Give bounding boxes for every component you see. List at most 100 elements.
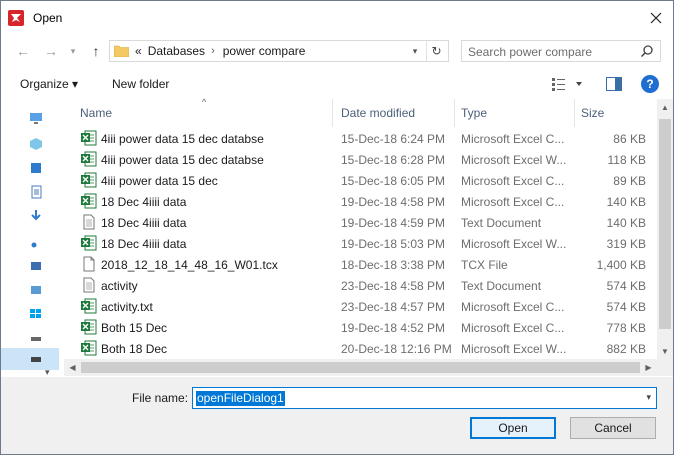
- command-toolbar: Organize ▾ New folder ?: [1, 69, 673, 99]
- recent-locations-button[interactable]: ▾: [63, 41, 83, 61]
- file-name: activity.txt: [101, 300, 153, 314]
- open-button[interactable]: Open: [470, 417, 556, 439]
- desktop-icon[interactable]: [29, 161, 43, 175]
- refresh-icon: ↻: [431, 44, 442, 58]
- file-date: 15-Dec-18 6:28 PM: [341, 153, 446, 167]
- file-date: 19-Dec-18 4:52 PM: [341, 321, 446, 335]
- chevron-down-icon: ▾: [70, 45, 76, 56]
- column-name[interactable]: ^ Name: [64, 97, 333, 127]
- file-name-combobox[interactable]: openFileDialog1 ▾: [192, 387, 657, 409]
- app-logo-icon: [8, 10, 24, 26]
- documents-icon[interactable]: [29, 185, 43, 199]
- music-icon[interactable]: [29, 235, 43, 249]
- file-name: 2018_12_18_14_48_16_W01.tcx: [101, 258, 278, 272]
- change-view-icon[interactable]: [552, 77, 582, 91]
- cancel-button[interactable]: Cancel: [570, 417, 656, 439]
- sort-ascending-icon: ^: [202, 97, 207, 107]
- excel-icon: [81, 172, 97, 188]
- scroll-down-icon[interactable]: ▼: [657, 343, 673, 359]
- column-size[interactable]: Size: [575, 99, 656, 127]
- address-root[interactable]: «: [135, 44, 142, 58]
- excel-icon: [81, 319, 97, 335]
- excel-icon: [81, 193, 97, 209]
- pictures-icon[interactable]: [29, 259, 43, 273]
- computer-icon[interactable]: [29, 111, 43, 125]
- scroll-left-icon[interactable]: ◀: [64, 359, 81, 376]
- column-date[interactable]: Date modified: [333, 99, 455, 127]
- preview-pane-icon[interactable]: [606, 77, 622, 91]
- vertical-scrollbar[interactable]: ▲ ▼: [657, 99, 673, 359]
- up-button[interactable]: ↑: [86, 41, 106, 61]
- file-size: 319 KB: [606, 237, 646, 251]
- file-date: 15-Dec-18 6:24 PM: [341, 132, 446, 146]
- breadcrumb-separator-icon: ›: [211, 45, 215, 57]
- scroll-right-icon[interactable]: ▶: [640, 359, 657, 376]
- excel-icon: [81, 235, 97, 251]
- table-row[interactable]: 18 Dec 4iiii data 19-Dec-18 4:59 PM Text D…: [64, 212, 656, 233]
- table-row[interactable]: Both 15 Dec 19-Dec-18 4:52 PM Microsoft Ex…: [64, 317, 656, 338]
- table-row[interactable]: 4iii power data 15 dec 15-Dec-18 6:05 PM M…: [64, 170, 656, 191]
- arrow-up-icon: ↑: [92, 43, 100, 59]
- search-box[interactable]: [461, 40, 661, 62]
- file-name: 18 Dec 4iiii data: [101, 216, 187, 230]
- organize-button[interactable]: Organize ▾: [20, 77, 78, 91]
- column-name-label: Name: [80, 106, 113, 120]
- chevron-down-icon: ▾: [412, 45, 418, 56]
- breadcrumb-databases[interactable]: Databases: [148, 44, 205, 58]
- column-size-label: Size: [581, 106, 605, 120]
- table-row[interactable]: 4iii power data 15 dec databse 15-Dec-18 …: [64, 149, 656, 170]
- excel-icon: [81, 151, 97, 167]
- file-type: Microsoft Excel C...: [461, 195, 565, 209]
- table-row[interactable]: 4iii power data 15 dec databse 15-Dec-18 …: [64, 128, 656, 149]
- open-file-dialog: Open ← → ▾ ↑ « Databases › power compare…: [0, 0, 674, 455]
- search-input[interactable]: [468, 44, 628, 59]
- table-row[interactable]: 18 Dec 4iiii data 19-Dec-18 5:03 PM Micros…: [64, 233, 656, 254]
- horizontal-scrollbar[interactable]: ◀ ▶: [64, 359, 657, 376]
- back-button[interactable]: ←: [13, 41, 33, 61]
- file-type: Text Document: [461, 216, 542, 230]
- windows-drive-icon[interactable]: [29, 307, 43, 321]
- horizontal-scroll-thumb[interactable]: [81, 362, 640, 373]
- file-date: 19-Dec-18 4:59 PM: [341, 216, 446, 230]
- file-size: 1,400 KB: [596, 258, 646, 272]
- table-row[interactable]: activity.txt 23-Dec-18 4:57 PM Microsoft E…: [64, 296, 656, 317]
- refresh-button[interactable]: ↻: [426, 41, 446, 61]
- file-size: 140 KB: [606, 195, 646, 209]
- 3d-objects-icon[interactable]: [29, 137, 43, 151]
- breadcrumb-power-compare[interactable]: power compare: [223, 44, 306, 58]
- chevron-down-icon[interactable]: ▾: [646, 392, 651, 403]
- close-button[interactable]: [643, 5, 669, 31]
- file-name: 4iii power data 15 dec databse: [101, 132, 264, 146]
- table-row[interactable]: 2018_12_18_14_48_16_W01.tcx 18-Dec-18 3:3…: [64, 254, 656, 275]
- new-folder-button[interactable]: New folder: [112, 77, 169, 91]
- file-name-input[interactable]: openFileDialog1: [196, 391, 285, 406]
- window-title: Open: [33, 11, 63, 25]
- file-type: Microsoft Excel C...: [461, 174, 565, 188]
- excel-icon: [81, 130, 97, 146]
- title-bar: Open: [1, 1, 673, 35]
- list-header: ^ Name Date modified Type Size: [64, 97, 656, 127]
- arrow-right-icon: →: [44, 43, 58, 59]
- address-dropdown-button[interactable]: ▾: [406, 41, 424, 61]
- downloads-icon[interactable]: [29, 209, 43, 223]
- table-row[interactable]: Both 18 Dec 20-Dec-18 12:16 PM Microsoft E…: [64, 338, 656, 359]
- file-type: Microsoft Excel W...: [461, 153, 567, 167]
- file-type: TCX File: [461, 258, 508, 272]
- address-bar[interactable]: « Databases › power compare ▾ ↻: [109, 40, 449, 62]
- drive-icon[interactable]: [29, 331, 43, 345]
- help-icon[interactable]: ?: [641, 75, 659, 93]
- table-row[interactable]: 18 Dec 4iiii data 19-Dec-18 4:58 PM Micros…: [64, 191, 656, 212]
- file-size: 140 KB: [606, 216, 646, 230]
- file-type: Microsoft Excel C...: [461, 132, 565, 146]
- vertical-scroll-thumb[interactable]: [659, 119, 671, 329]
- search-icon: [640, 45, 653, 58]
- forward-button[interactable]: →: [41, 41, 61, 61]
- videos-icon[interactable]: [29, 283, 43, 297]
- nav-selected-item[interactable]: [1, 348, 59, 370]
- table-row[interactable]: activity 23-Dec-18 4:58 PM Text Document 57…: [64, 275, 656, 296]
- scroll-up-icon[interactable]: ▲: [657, 99, 673, 115]
- file-type: Microsoft Excel W...: [461, 237, 567, 251]
- file-size: 86 KB: [613, 132, 646, 146]
- excel-icon: [81, 298, 97, 314]
- column-type[interactable]: Type: [455, 99, 575, 127]
